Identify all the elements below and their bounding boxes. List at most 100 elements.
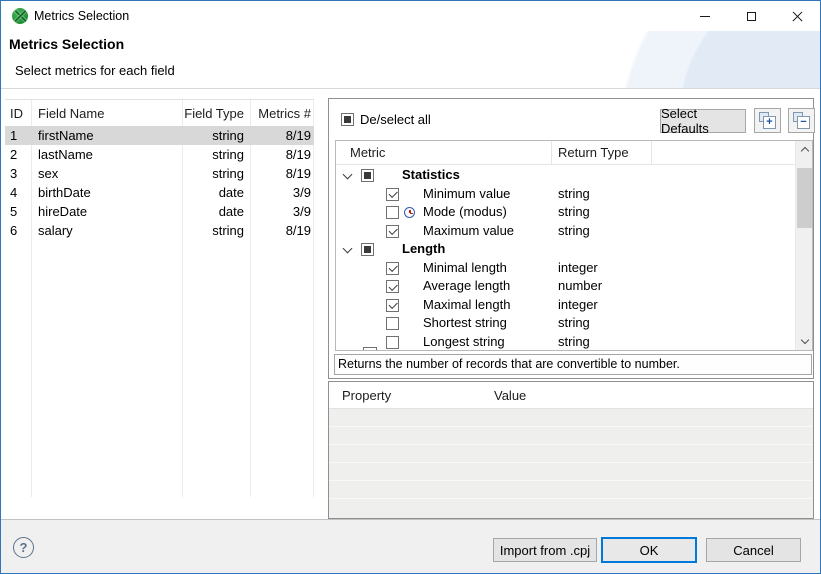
clover-app-icon: [12, 8, 28, 24]
property-row[interactable]: [329, 463, 813, 481]
metric-return-type: integer: [558, 296, 598, 312]
maximize-button[interactable]: [728, 1, 774, 31]
chevron-down-icon[interactable]: [342, 243, 353, 254]
column-header-field-name[interactable]: Field Name: [31, 106, 182, 121]
property-row[interactable]: [329, 427, 813, 445]
tree-metric-row[interactable]: Maximum value string: [336, 222, 795, 241]
metric-checkbox[interactable]: [386, 280, 399, 293]
cell-id: 3: [10, 166, 18, 181]
dialog-banner: Metrics Selection Select metrics for eac…: [1, 31, 820, 89]
cell-field-name: hireDate: [38, 204, 88, 219]
cell-metrics-count: 3/9: [292, 185, 311, 200]
metric-label: Longest string: [423, 333, 505, 349]
tree-scrollbar[interactable]: [795, 141, 812, 350]
ok-button[interactable]: OK: [601, 537, 697, 563]
cell-field-name: sex: [38, 166, 59, 181]
metric-return-type: string: [558, 222, 590, 238]
tree-metric-row[interactable]: Maximal length integer: [336, 296, 795, 315]
tree-metric-row[interactable]: Mode (modus) string: [336, 203, 795, 222]
metric-label: Minimal length: [423, 259, 507, 275]
group-label: Statistics: [402, 167, 460, 182]
metric-checkbox[interactable]: [386, 335, 399, 349]
metrics-tree: Metric Return Type Statistics Minimum val…: [335, 140, 813, 351]
column-header-metric[interactable]: Metric: [350, 145, 385, 160]
cell-id: 5: [10, 204, 18, 219]
group-checkbox[interactable]: [361, 243, 374, 256]
property-row[interactable]: [329, 445, 813, 463]
metric-return-type: string: [558, 315, 590, 330]
metric-label: Maximum value: [423, 222, 515, 238]
column-divider: [551, 141, 552, 165]
metric-checkbox[interactable]: [386, 206, 399, 219]
table-row[interactable]: 2 lastName string 8/19: [5, 145, 314, 164]
help-button[interactable]: ?: [13, 537, 34, 558]
table-row[interactable]: 4 birthDate date 3/9: [5, 183, 314, 202]
metric-label: Shortest string: [423, 315, 507, 330]
button-bar: ? Import from .cpj OK Cancel: [1, 519, 820, 573]
cell-field-type: string: [212, 166, 244, 181]
column-header-field-type[interactable]: Field Type: [182, 106, 250, 121]
table-row[interactable]: 1 firstName string 8/19: [5, 126, 314, 145]
group-checkbox[interactable]: [361, 169, 374, 182]
cell-id: 1: [10, 128, 18, 143]
metric-return-type: string: [558, 333, 590, 349]
clock-icon: [404, 207, 415, 218]
property-row[interactable]: [329, 481, 813, 499]
scrollbar-thumb[interactable]: [797, 168, 812, 228]
column-header-value[interactable]: Value: [494, 388, 526, 403]
collapse-all-button[interactable]: −: [788, 108, 815, 133]
cell-field-name: birthDate: [38, 185, 91, 200]
import-from-cpj-button[interactable]: Import from .cpj: [493, 538, 597, 562]
metric-checkbox[interactable]: [386, 261, 399, 275]
metric-checkbox[interactable]: [386, 187, 399, 201]
metrics-tree-header: Metric Return Type: [336, 141, 795, 165]
tree-metric-row[interactable]: Minimal length integer: [336, 259, 795, 278]
tree-metric-row[interactable]: Shortest string string: [336, 314, 795, 333]
cell-metrics-count: 8/19: [285, 128, 311, 143]
maximize-icon: [746, 11, 756, 21]
window-controls: [682, 1, 820, 31]
minimize-button[interactable]: [682, 1, 728, 31]
tree-group-row[interactable]: Statistics: [336, 166, 795, 185]
fields-table-header: ID Field Name Field Type Metrics #: [5, 100, 314, 126]
metric-label: Minimum value: [423, 185, 511, 201]
select-defaults-button[interactable]: Select Defaults: [660, 106, 746, 136]
cell-field-name: firstName: [38, 128, 94, 143]
metric-return-type: string: [558, 185, 590, 201]
metric-checkbox[interactable]: [386, 317, 399, 330]
deselect-all-label[interactable]: De/select all: [360, 112, 431, 127]
column-header-id[interactable]: ID: [5, 106, 31, 121]
column-header-metrics[interactable]: Metrics #: [250, 106, 314, 121]
cell-field-type: string: [212, 223, 244, 238]
metric-checkbox[interactable]: [386, 298, 399, 312]
table-row[interactable]: 3 sex string 8/19: [5, 164, 314, 183]
cancel-button[interactable]: Cancel: [706, 538, 801, 562]
close-button[interactable]: [774, 1, 820, 31]
column-divider: [651, 141, 652, 165]
minus-icon: −: [797, 116, 810, 129]
column-header-return-type[interactable]: Return Type: [558, 145, 629, 160]
table-row[interactable]: 5 hireDate date 3/9: [5, 202, 314, 221]
property-row[interactable]: [329, 409, 813, 427]
tree-metric-row[interactable]: Minimum value string: [336, 185, 795, 204]
metric-description: Returns the number of records that are c…: [334, 354, 812, 375]
expand-all-button[interactable]: +: [754, 108, 781, 133]
deselect-all-checkbox[interactable]: [341, 113, 354, 126]
metric-checkbox[interactable]: [386, 224, 399, 238]
partial-row-sliver: [363, 347, 377, 350]
group-label: Length: [402, 241, 446, 256]
column-header-property[interactable]: Property: [342, 388, 391, 403]
scroll-up-button[interactable]: [796, 141, 812, 158]
tree-group-row[interactable]: Length: [336, 240, 795, 259]
tree-metric-row[interactable]: Longest string string: [336, 333, 795, 351]
cell-field-type: date: [218, 204, 244, 219]
page-subtitle: Select metrics for each field: [15, 63, 175, 78]
metrics-tree-body: Statistics Minimum value string Mode (modus…: [336, 166, 795, 351]
scroll-down-button[interactable]: [796, 333, 812, 350]
titlebar: Metrics Selection: [1, 1, 820, 31]
cell-field-type: date: [218, 185, 244, 200]
tree-metric-row[interactable]: Average length number: [336, 277, 795, 296]
chevron-down-icon[interactable]: [342, 169, 353, 180]
table-row[interactable]: 6 salary string 8/19: [5, 221, 314, 240]
cell-field-type: string: [212, 147, 244, 162]
